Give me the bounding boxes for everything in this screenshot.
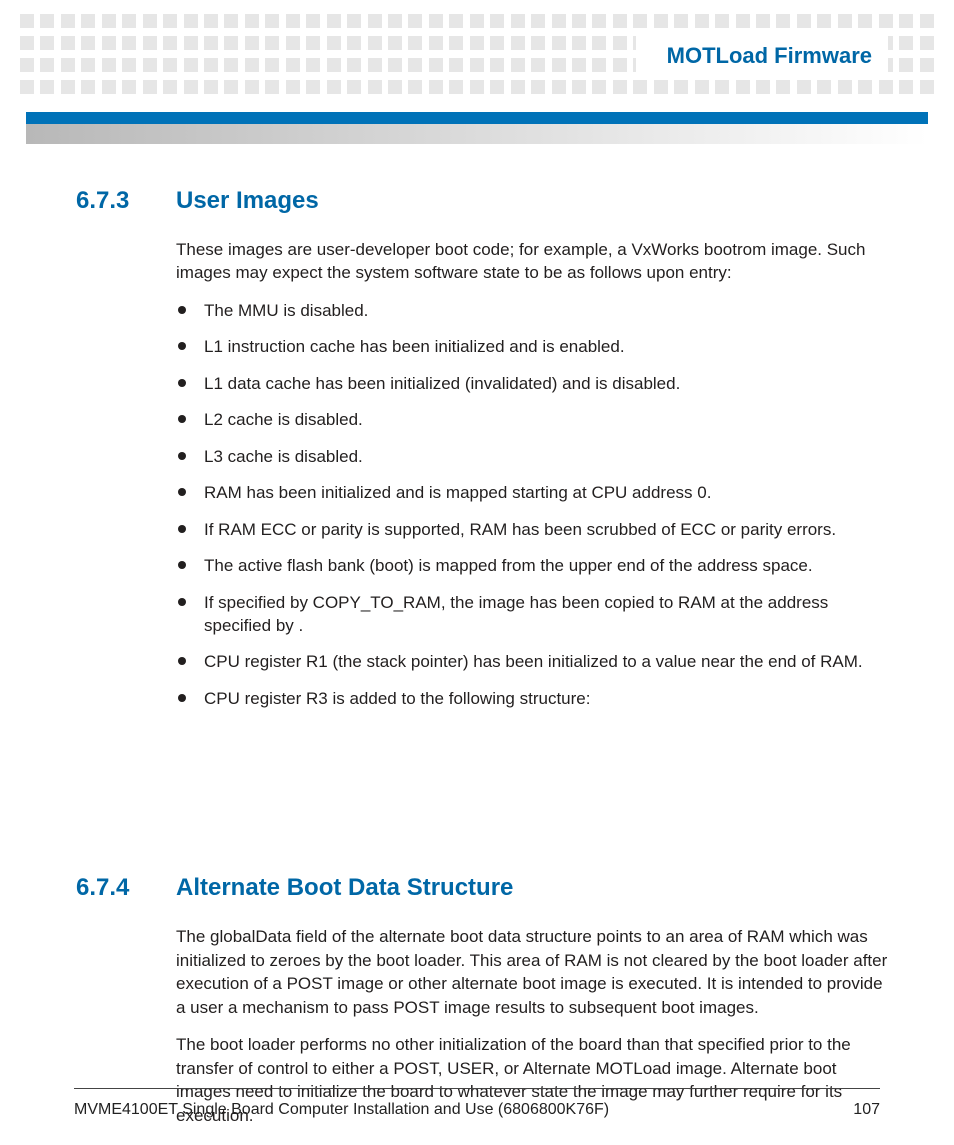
section-gap <box>0 723 954 873</box>
section-number: 6.7.3 <box>76 186 176 723</box>
footer-rule <box>74 1088 880 1089</box>
footer-doc-title: MVME4100ET Single Board Computer Install… <box>74 1101 609 1119</box>
paragraph: The globalData field of the alternate bo… <box>176 925 894 1019</box>
section-title: Alternate Boot Data Structure <box>176 873 894 903</box>
header-blue-bar <box>26 112 928 124</box>
list-item: The MMU is disabled. <box>176 299 894 322</box>
list-item: L1 instruction cache has been initialize… <box>176 335 894 358</box>
list-item: If RAM ECC or parity is supported, RAM h… <box>176 518 894 541</box>
list-item: RAM has been initialized and is mapped s… <box>176 481 894 504</box>
bullet-list: The MMU is disabled. L1 instruction cach… <box>176 299 894 710</box>
footer: MVME4100ET Single Board Computer Install… <box>74 1101 880 1119</box>
section-title: User Images <box>176 186 894 216</box>
content-area: 6.7.3 User Images These images are user-… <box>0 186 954 1075</box>
list-item: If specified by COPY_TO_RAM, the image h… <box>176 591 894 638</box>
list-item: L3 cache is disabled. <box>176 445 894 468</box>
list-item: L2 cache is disabled. <box>176 408 894 431</box>
list-item: CPU register R1 (the stack pointer) has … <box>176 650 894 673</box>
header-gradient-strip <box>26 124 928 144</box>
section-body: User Images These images are user-develo… <box>176 186 914 723</box>
page: MOTLoad Firmware 6.7.3 User Images These… <box>0 0 954 1145</box>
section-user-images: 6.7.3 User Images These images are user-… <box>0 186 954 723</box>
list-item: The active flash bank (boot) is mapped f… <box>176 554 894 577</box>
list-item: L1 data cache has been initialized (inva… <box>176 372 894 395</box>
list-item: CPU register R3 is added to the followin… <box>176 687 894 710</box>
footer-page-number: 107 <box>853 1101 880 1119</box>
paragraph: These images are user-developer boot cod… <box>176 238 894 285</box>
header-title: MOTLoad Firmware <box>659 43 880 69</box>
